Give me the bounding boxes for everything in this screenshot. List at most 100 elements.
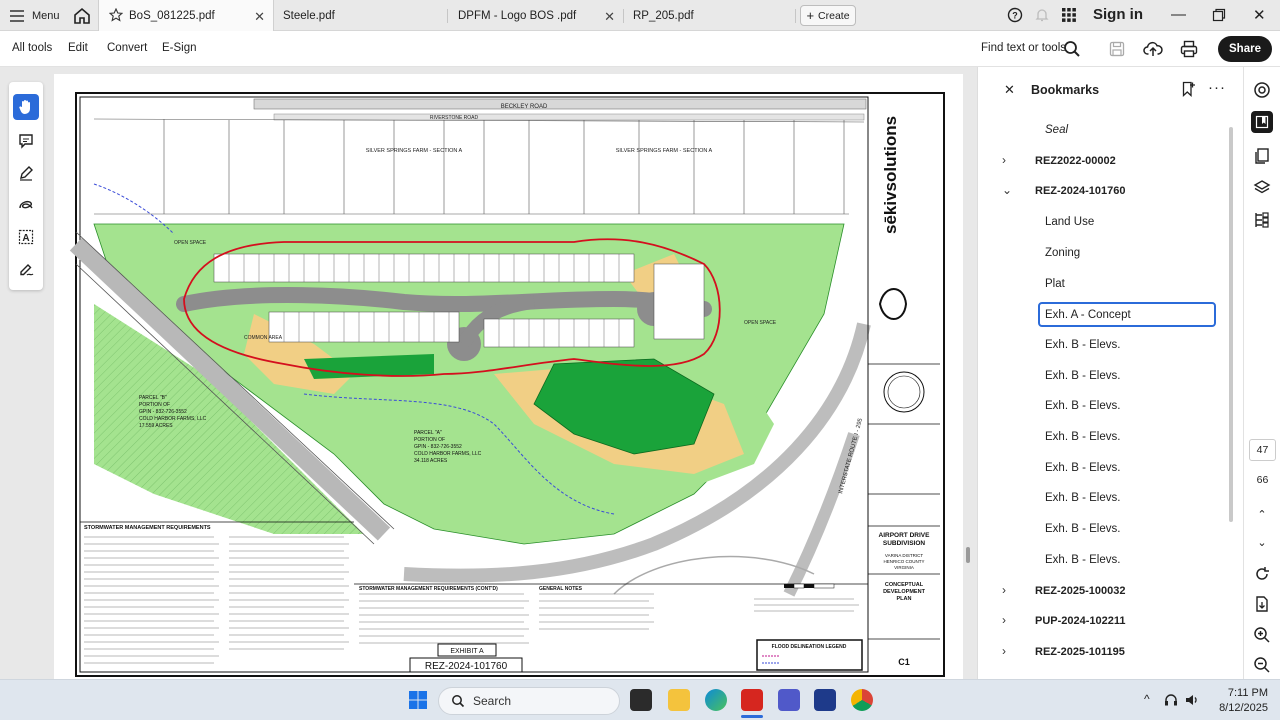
task-view-icon[interactable]: [630, 689, 652, 711]
bookmark-item[interactable]: Zoning: [1045, 242, 1080, 264]
bookmark-item[interactable]: Land Use: [1045, 211, 1094, 233]
help-icon[interactable]: ?: [1007, 7, 1023, 23]
bookmarks-scrollbar[interactable]: [1229, 127, 1233, 522]
zoom-out-icon[interactable]: [1252, 655, 1272, 675]
headset-icon[interactable]: [1163, 692, 1179, 708]
layers-icon[interactable]: [1252, 178, 1272, 198]
cloud-upload-icon[interactable]: [1143, 39, 1163, 59]
pages-icon[interactable]: [1252, 146, 1272, 166]
bookmark-item[interactable]: REZ-2024-101760: [1035, 180, 1126, 202]
speaker-icon[interactable]: [1184, 692, 1200, 708]
export-page-icon[interactable]: [1252, 594, 1272, 614]
right-tool-rail: 47 66 ⌃ ⌄: [1243, 67, 1280, 679]
chevron-up-tray-icon[interactable]: ^: [1144, 692, 1150, 706]
project-title: AIRPORT DRIVE SUBDIVISION: [879, 532, 931, 547]
e-sign-menu[interactable]: E-Sign: [162, 42, 197, 54]
site-plan-drawing: BECKLEY ROAD RIVERSTONE ROAD SILVER SPRI…: [69, 92, 945, 677]
text-tool[interactable]: A: [13, 224, 39, 250]
structure-icon[interactable]: [1252, 210, 1272, 230]
file-explorer-icon[interactable]: [668, 689, 690, 711]
find-text-or-tools[interactable]: Find text or tools: [981, 42, 1066, 54]
comment-tool[interactable]: [13, 128, 39, 154]
bookmark-item[interactable]: Exh. B - Elevs.: [1045, 395, 1120, 417]
close-panel-icon[interactable]: ✕: [1004, 82, 1015, 98]
bookmark-item[interactable]: Exh. B - Elevs.: [1045, 549, 1120, 571]
bookmark-item[interactable]: REZ-2025-100032: [1035, 580, 1126, 602]
add-bookmark-icon[interactable]: [1180, 81, 1196, 97]
print-icon[interactable]: [1179, 39, 1199, 59]
tab-label: DPFM - Logo BOS .pdf: [458, 9, 577, 22]
save-icon[interactable]: [1107, 39, 1127, 59]
bookmarks-header: ✕ Bookmarks ···: [978, 67, 1244, 113]
edge-browser-icon[interactable]: [705, 689, 727, 711]
chevron-down-icon[interactable]: ⌄: [1252, 532, 1272, 552]
windows-start-icon[interactable]: [408, 690, 428, 710]
rotate-icon[interactable]: [1252, 564, 1272, 584]
edit-menu[interactable]: Edit: [68, 42, 88, 54]
bookmark-item[interactable]: REZ2022-00002: [1035, 150, 1116, 172]
teams-icon[interactable]: [778, 689, 800, 711]
document-viewport[interactable]: BECKLEY ROAD RIVERSTONE ROAD SILVER SPRI…: [0, 67, 977, 679]
tab-steele[interactable]: Steele.pdf: [274, 0, 446, 31]
bookmark-item[interactable]: PUP-2024-102211: [1035, 610, 1126, 632]
common-area-label: COMMON AREA: [244, 335, 283, 341]
share-button[interactable]: Share: [1218, 36, 1272, 62]
main-toolbar: All tools Edit Convert E-Sign Find text …: [0, 31, 1280, 67]
convert-menu[interactable]: Convert: [107, 42, 147, 54]
tab-bos-081225[interactable]: BoS_081225.pdf ✕: [98, 0, 274, 31]
close-tab-icon[interactable]: ✕: [254, 9, 265, 25]
bookmark-item[interactable]: Exh. B - Elevs.: [1045, 487, 1120, 509]
chevron-right-icon[interactable]: ›: [1002, 613, 1006, 627]
menu-label: Menu: [32, 9, 60, 22]
bookmark-item[interactable]: Exh. B - Elevs.: [1045, 457, 1120, 479]
bookmark-item[interactable]: Exh. B - Elevs.: [1045, 365, 1120, 387]
chevron-right-icon[interactable]: ›: [1002, 153, 1006, 167]
home-icon[interactable]: [72, 6, 92, 26]
bookmark-item[interactable]: Exh. B - Elevs.: [1045, 426, 1120, 448]
star-icon[interactable]: [109, 8, 123, 22]
acrobat-icon[interactable]: [741, 689, 763, 711]
bookmarks-rail-button[interactable]: [1251, 111, 1273, 133]
create-label: Create: [818, 9, 850, 22]
close-tab-icon[interactable]: ✕: [604, 9, 615, 25]
hand-tool[interactable]: [13, 94, 39, 120]
terminal-icon[interactable]: [814, 689, 836, 711]
notes-heading-1: STORMWATER MANAGEMENT REQUIREMENTS: [84, 525, 211, 531]
tab-rp-205[interactable]: RP_205.pdf: [624, 0, 794, 31]
vertical-scrollbar[interactable]: [966, 547, 970, 563]
text-box-icon: A: [18, 229, 34, 245]
draw-tool[interactable]: [13, 192, 39, 218]
chevron-right-icon[interactable]: ›: [1002, 583, 1006, 597]
tab-dpfm-logo[interactable]: DPFM - Logo BOS .pdf ✕: [448, 0, 623, 31]
bookmark-item[interactable]: Exh. B - Elevs.: [1045, 518, 1120, 540]
current-page-field[interactable]: 47: [1249, 439, 1276, 461]
ai-assistant-icon[interactable]: [1252, 80, 1272, 100]
bookmark-item[interactable]: Plat: [1045, 273, 1065, 295]
chevron-down-icon[interactable]: ⌄: [1002, 183, 1012, 197]
minimize-icon[interactable]: —: [1171, 6, 1186, 23]
chrome-icon[interactable]: [851, 689, 873, 711]
sign-tool[interactable]: [13, 256, 39, 282]
taskbar-search[interactable]: Search: [438, 687, 620, 715]
sign-in-button[interactable]: Sign in: [1093, 6, 1143, 23]
all-tools-menu[interactable]: All tools: [12, 42, 52, 54]
clock[interactable]: 7:11 PM 8/12/2025: [1212, 686, 1268, 716]
zoom-in-icon[interactable]: [1252, 625, 1272, 645]
bookmark-item[interactable]: REZ-2025-101195: [1035, 641, 1125, 663]
bookmark-item[interactable]: Exh. B - Elevs.: [1045, 334, 1120, 356]
menu-button[interactable]: Menu: [10, 0, 60, 31]
bookmark-item[interactable]: Seal: [1045, 119, 1068, 141]
more-options-icon[interactable]: ···: [1208, 79, 1226, 96]
search-icon[interactable]: [1062, 39, 1082, 59]
apps-grid-icon[interactable]: [1061, 7, 1077, 23]
restore-icon[interactable]: [1212, 8, 1226, 22]
create-button[interactable]: + Create: [800, 5, 856, 26]
bell-icon[interactable]: [1034, 7, 1050, 23]
bookmark-item[interactable]: Exh. A - Concept: [1038, 302, 1216, 328]
tab-label: BoS_081225.pdf: [129, 9, 215, 22]
chevron-right-icon[interactable]: ›: [1002, 644, 1006, 658]
close-window-icon[interactable]: ✕: [1253, 6, 1266, 24]
svg-text:?: ?: [1012, 11, 1018, 21]
chevron-up-icon[interactable]: ⌃: [1252, 504, 1272, 524]
highlight-tool[interactable]: [13, 160, 39, 186]
